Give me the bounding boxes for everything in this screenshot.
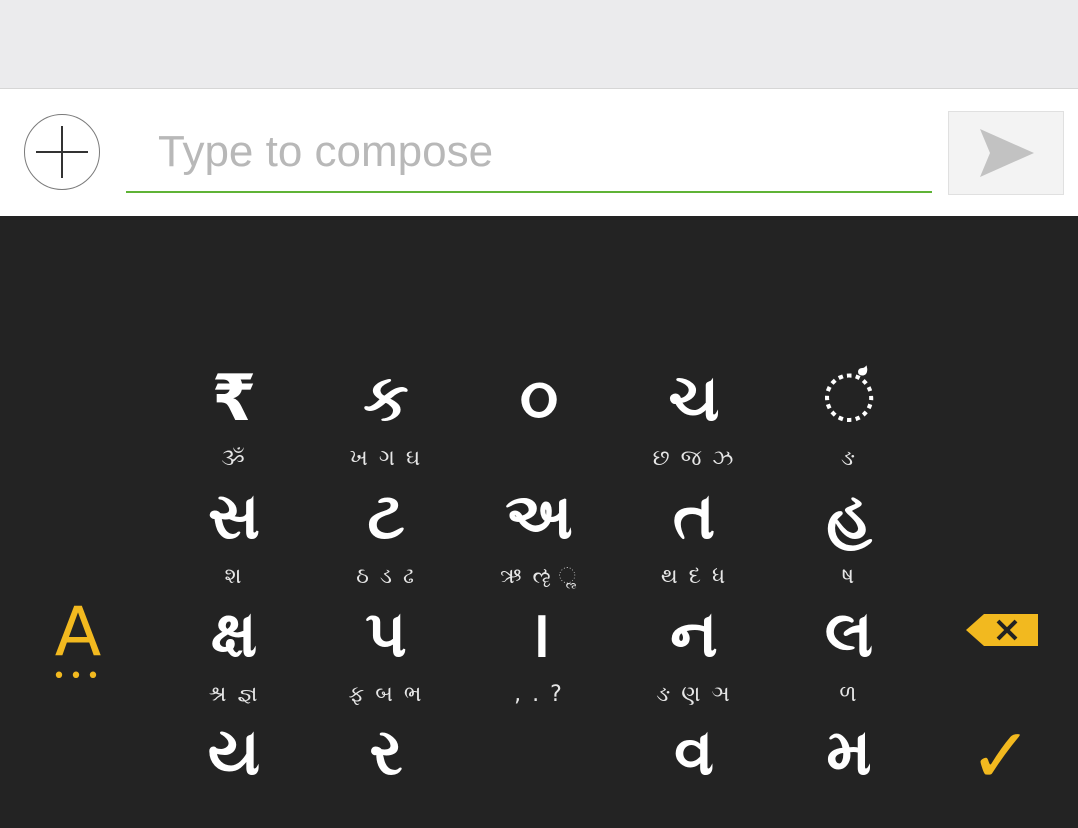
done-button[interactable]: ✓: [966, 716, 1036, 796]
key-main-char: ન: [670, 598, 718, 672]
add-attachment-button[interactable]: [24, 114, 100, 190]
key-alternates: ઙ ણ ઞ: [656, 682, 732, 707]
key-main-char: હ: [826, 480, 872, 554]
key-main-char: ક: [363, 362, 409, 436]
key-main-char: લ: [824, 598, 874, 672]
backspace-button[interactable]: [962, 610, 1042, 650]
key-alternates: [619, 800, 769, 826]
key-main-char: ય: [207, 716, 261, 790]
key-main-char: [464, 710, 614, 796]
key-alternates: [311, 800, 461, 826]
key-alternates: [774, 800, 924, 826]
key-r1-c3[interactable]: ૦: [464, 356, 614, 474]
key-r2-c4[interactable]: ત થ દ ધ: [619, 474, 769, 592]
key-main-char: સ: [208, 480, 260, 554]
key-main-char: ર: [369, 716, 403, 790]
key-alternates: છ જ ઝ: [652, 446, 736, 471]
key-r4-c5[interactable]: મ: [774, 710, 924, 828]
keyboard-mode-button[interactable]: A •••: [40, 596, 116, 692]
key-r2-c2[interactable]: ટ ઠ ડ ઢ: [311, 474, 461, 592]
key-alternates: [159, 800, 309, 826]
key-main-char: ં: [823, 362, 875, 436]
key-alternates: ળ: [839, 682, 859, 707]
key-r3-c5[interactable]: લળ: [774, 592, 924, 710]
key-alternates: શ્ર જ્ઞ: [208, 682, 260, 707]
key-alternates: ઠ ડ ઢ: [356, 564, 416, 589]
compose-bar: [0, 89, 1078, 216]
key-r2-c3[interactable]: અ ઋ ૡ ૢ: [464, 474, 614, 592]
key-main-char: વ: [674, 716, 714, 790]
key-main-char: ।: [526, 598, 552, 672]
plus-icon: [36, 126, 88, 178]
status-strip: [0, 0, 1078, 89]
key-alternates: , . ?: [514, 682, 564, 707]
key-r2-c5[interactable]: હષ: [774, 474, 924, 592]
key-alternates: ફ બ ભ: [348, 682, 424, 707]
key-main-char: મ: [826, 716, 872, 790]
backspace-icon: [966, 614, 1038, 646]
key-r4-c3[interactable]: [464, 710, 614, 828]
key-alternates: [464, 800, 614, 826]
key-r3-c4[interactable]: ન ઙ ણ ઞ: [619, 592, 769, 710]
key-r1-c5[interactable]: ં ઙ: [774, 356, 924, 474]
key-r4-c4[interactable]: વ: [619, 710, 769, 828]
key-alternates: ખ ગ ઘ: [349, 446, 423, 471]
key-alternates: ઙ: [840, 446, 858, 471]
key-alternates: ઋ ૡ ૢ: [500, 564, 578, 589]
key-r3-c3[interactable]: । , . ?: [464, 592, 614, 710]
key-main-char: પ: [365, 598, 407, 672]
send-button[interactable]: [948, 111, 1064, 195]
key-r3-c2[interactable]: પ ફ બ ભ: [311, 592, 461, 710]
key-alternates: ષ: [841, 564, 857, 589]
gujarati-keyboard: A ••• ✓ ₹ ૐ ક ખ ગ ઘ૦ચછ જ ઝં ઙ સ શ ટ ઠ ડ ઢઅઋ ૡ ૢ ત…: [0, 216, 1078, 808]
key-r3-c1[interactable]: ક્ષ શ્ર જ્ઞ: [159, 592, 309, 710]
key-main-char: ક્ષ: [210, 598, 258, 672]
key-r1-c2[interactable]: ક ખ ગ ઘ: [311, 356, 461, 474]
key-main-char: ચ: [668, 362, 720, 436]
key-main-char: અ: [505, 480, 573, 554]
key-alternates: થ દ ધ: [660, 564, 728, 589]
mode-dots: •••: [52, 664, 104, 689]
key-main-char: ટ: [367, 480, 405, 554]
key-r4-c2[interactable]: ર: [311, 710, 461, 828]
key-r1-c1[interactable]: ₹ ૐ: [159, 356, 309, 474]
key-r1-c4[interactable]: ચ છ જ ઝ: [619, 356, 769, 474]
key-alternates: શ: [224, 564, 244, 589]
compose-input[interactable]: [126, 113, 932, 193]
mode-letter: A: [54, 593, 102, 672]
key-r2-c1[interactable]: સશ: [159, 474, 309, 592]
send-icon: [980, 129, 1034, 177]
key-r4-c1[interactable]: ય: [159, 710, 309, 828]
key-main-char: ૦: [519, 362, 559, 436]
key-main-char: ત: [672, 480, 716, 554]
key-alternates: ૐ: [221, 446, 247, 471]
key-alternates: [464, 446, 614, 472]
key-main-char: ₹: [211, 362, 257, 436]
